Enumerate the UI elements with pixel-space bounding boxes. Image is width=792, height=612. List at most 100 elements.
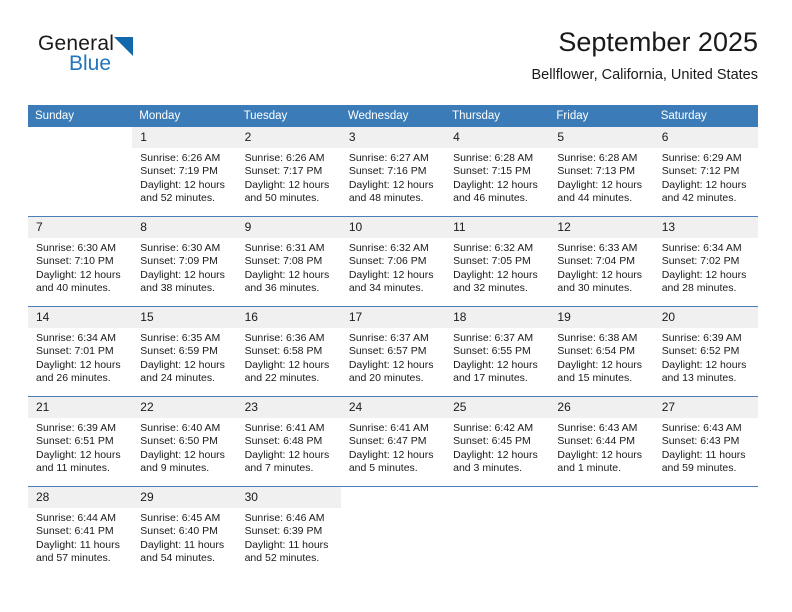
sunrise-text: Sunrise: 6:35 AM <box>140 332 221 344</box>
calendar-day-cell[interactable]: 1 Sunrise: 6:26 AM Sunset: 7:19 PM Dayli… <box>132 127 237 217</box>
calendar-day-cell[interactable]: 21 Sunrise: 6:39 AM Sunset: 6:51 PM Dayl… <box>28 396 133 487</box>
calendar-day-cell[interactable]: 30 Sunrise: 6:46 AM Sunset: 6:39 PM Dayl… <box>236 486 341 576</box>
day-number <box>653 487 758 508</box>
calendar-day-cell[interactable]: 27 Sunrise: 6:43 AM Sunset: 6:43 PM Dayl… <box>653 396 758 487</box>
daylight-text-line2: and 3 minutes. <box>453 461 523 474</box>
calendar-day-cell[interactable]: 19 Sunrise: 6:38 AM Sunset: 6:54 PM Dayl… <box>549 306 654 397</box>
general-blue-logo[interactable]: General Blue <box>38 32 198 88</box>
day-details <box>549 508 653 512</box>
sunset-text: Sunset: 6:40 PM <box>140 525 218 538</box>
calendar-day-cell[interactable] <box>340 486 446 576</box>
calendar-day-cell[interactable]: 18 Sunrise: 6:37 AM Sunset: 6:55 PM Dayl… <box>445 306 550 397</box>
calendar-day-cell[interactable]: 23 Sunrise: 6:41 AM Sunset: 6:48 PM Dayl… <box>236 396 341 487</box>
day-details: Sunrise: 6:38 AM Sunset: 6:54 PM Dayligh… <box>549 328 653 385</box>
calendar-day-cell[interactable]: 13 Sunrise: 6:34 AM Sunset: 7:02 PM Dayl… <box>653 216 758 307</box>
day-details: Sunrise: 6:35 AM Sunset: 6:59 PM Dayligh… <box>132 328 236 385</box>
logo-triangle-icon <box>114 37 133 56</box>
day-number: 28 <box>28 487 133 508</box>
day-details: Sunrise: 6:41 AM Sunset: 6:47 PM Dayligh… <box>341 418 445 475</box>
day-details: Sunrise: 6:34 AM Sunset: 7:02 PM Dayligh… <box>654 238 758 295</box>
sunset-text: Sunset: 7:09 PM <box>140 255 218 268</box>
calendar-day-cell[interactable]: 28 Sunrise: 6:44 AM Sunset: 6:41 PM Dayl… <box>28 486 133 576</box>
sunset-text: Sunset: 6:43 PM <box>661 435 740 448</box>
sunset-text: Sunset: 6:41 PM <box>36 525 114 538</box>
day-number: 12 <box>549 217 654 238</box>
calendar-day-cell[interactable]: 7 Sunrise: 6:30 AM Sunset: 7:10 PM Dayli… <box>28 216 133 307</box>
daylight-text-line2: and 52 minutes. <box>140 191 215 204</box>
sunset-text: Sunset: 6:47 PM <box>348 435 427 448</box>
calendar-week-row: 21 Sunrise: 6:39 AM Sunset: 6:51 PM Dayl… <box>28 396 758 487</box>
day-number: 5 <box>549 127 654 148</box>
sunset-text: Sunset: 7:10 PM <box>36 255 114 268</box>
day-details: Sunrise: 6:41 AM Sunset: 6:48 PM Dayligh… <box>237 418 341 475</box>
day-number: 13 <box>653 217 758 238</box>
daylight-text-line1: Daylight: 11 hours <box>661 448 746 461</box>
calendar-day-cell[interactable]: 15 Sunrise: 6:35 AM Sunset: 6:59 PM Dayl… <box>132 306 237 397</box>
calendar-day-cell[interactable]: 29 Sunrise: 6:45 AM Sunset: 6:40 PM Dayl… <box>132 486 237 576</box>
calendar-day-cell[interactable] <box>445 486 550 576</box>
calendar-day-cell[interactable]: 25 Sunrise: 6:42 AM Sunset: 6:45 PM Dayl… <box>445 396 550 487</box>
day-number: 25 <box>445 397 550 418</box>
calendar-day-cell[interactable]: 10 Sunrise: 6:32 AM Sunset: 7:06 PM Dayl… <box>340 216 446 307</box>
calendar-day-cell[interactable]: 16 Sunrise: 6:36 AM Sunset: 6:58 PM Dayl… <box>236 306 341 397</box>
daylight-text-line2: and 50 minutes. <box>244 191 320 204</box>
sunrise-text: Sunrise: 6:46 AM <box>244 512 325 524</box>
calendar-day-cell[interactable]: 24 Sunrise: 6:41 AM Sunset: 6:47 PM Dayl… <box>340 396 446 487</box>
sunrise-text: Sunrise: 6:27 AM <box>348 152 429 164</box>
calendar-day-cell[interactable]: 22 Sunrise: 6:40 AM Sunset: 6:50 PM Dayl… <box>132 396 237 487</box>
daylight-text-line1: Daylight: 12 hours <box>140 268 225 281</box>
calendar-day-cell[interactable]: 11 Sunrise: 6:32 AM Sunset: 7:05 PM Dayl… <box>445 216 550 307</box>
daylight-text-line1: Daylight: 12 hours <box>348 178 434 191</box>
calendar-day-cell[interactable]: 5 Sunrise: 6:28 AM Sunset: 7:13 PM Dayli… <box>549 127 654 217</box>
daylight-text-line1: Daylight: 12 hours <box>557 358 643 371</box>
daylight-text-line1: Daylight: 11 hours <box>140 538 225 551</box>
sunset-text: Sunset: 6:48 PM <box>244 435 323 448</box>
day-details: Sunrise: 6:37 AM Sunset: 6:57 PM Dayligh… <box>341 328 445 385</box>
daylight-text-line2: and 22 minutes. <box>244 371 320 384</box>
calendar-day-cell[interactable]: 12 Sunrise: 6:33 AM Sunset: 7:04 PM Dayl… <box>549 216 654 307</box>
daylight-text-line2: and 17 minutes. <box>453 371 528 384</box>
sunrise-text: Sunrise: 6:26 AM <box>140 152 221 164</box>
daylight-text-line1: Daylight: 12 hours <box>244 268 330 281</box>
calendar-day-cell[interactable]: 26 Sunrise: 6:43 AM Sunset: 6:44 PM Dayl… <box>549 396 654 487</box>
daylight-text-line1: Daylight: 11 hours <box>36 538 120 551</box>
sunrise-text: Sunrise: 6:44 AM <box>36 512 116 524</box>
calendar-day-cell[interactable]: 14 Sunrise: 6:34 AM Sunset: 7:01 PM Dayl… <box>28 306 133 397</box>
calendar-day-cell[interactable]: 20 Sunrise: 6:39 AM Sunset: 6:52 PM Dayl… <box>653 306 758 397</box>
calendar-day-cell[interactable]: 6 Sunrise: 6:29 AM Sunset: 7:12 PM Dayli… <box>653 127 758 217</box>
day-details: Sunrise: 6:30 AM Sunset: 7:09 PM Dayligh… <box>132 238 236 295</box>
daylight-text-line1: Daylight: 12 hours <box>453 178 538 191</box>
page-subtitle-location: Bellflower, California, United States <box>531 67 758 83</box>
sunrise-text: Sunrise: 6:45 AM <box>140 512 221 524</box>
sunrise-text: Sunrise: 6:41 AM <box>348 422 429 434</box>
calendar-day-cell[interactable]: 8 Sunrise: 6:30 AM Sunset: 7:09 PM Dayli… <box>132 216 237 307</box>
weekday-header-thursday: Thursday <box>445 105 550 127</box>
weekday-header-row: Sunday Monday Tuesday Wednesday Thursday… <box>28 105 758 127</box>
sunrise-text: Sunrise: 6:42 AM <box>453 422 534 434</box>
daylight-text-line1: Daylight: 12 hours <box>36 268 121 281</box>
daylight-text-line2: and 46 minutes. <box>453 191 528 204</box>
calendar-day-cell[interactable] <box>549 486 654 576</box>
sunrise-text: Sunrise: 6:26 AM <box>244 152 325 164</box>
calendar-day-cell[interactable]: 17 Sunrise: 6:37 AM Sunset: 6:57 PM Dayl… <box>340 306 446 397</box>
sunrise-text: Sunrise: 6:28 AM <box>557 152 638 164</box>
calendar-day-cell[interactable]: 4 Sunrise: 6:28 AM Sunset: 7:15 PM Dayli… <box>445 127 550 217</box>
day-details: Sunrise: 6:44 AM Sunset: 6:41 PM Dayligh… <box>28 508 132 565</box>
sunrise-text: Sunrise: 6:32 AM <box>348 242 429 254</box>
day-number: 17 <box>340 307 446 328</box>
calendar-day-cell[interactable] <box>28 127 133 217</box>
calendar-week-row: 7 Sunrise: 6:30 AM Sunset: 7:10 PM Dayli… <box>28 216 758 307</box>
calendar-day-cell[interactable]: 9 Sunrise: 6:31 AM Sunset: 7:08 PM Dayli… <box>236 216 341 307</box>
day-number: 2 <box>236 127 341 148</box>
calendar-day-cell[interactable]: 3 Sunrise: 6:27 AM Sunset: 7:16 PM Dayli… <box>340 127 446 217</box>
calendar-day-cell[interactable]: 2 Sunrise: 6:26 AM Sunset: 7:17 PM Dayli… <box>236 127 341 217</box>
sunrise-text: Sunrise: 6:30 AM <box>140 242 221 254</box>
sunset-text: Sunset: 6:45 PM <box>453 435 531 448</box>
daylight-text-line1: Daylight: 12 hours <box>244 448 330 461</box>
daylight-text-line2: and 24 minutes. <box>140 371 215 384</box>
calendar-day-cell[interactable] <box>653 486 758 576</box>
title-block: September 2025 Bellflower, California, U… <box>532 26 758 85</box>
day-details: Sunrise: 6:40 AM Sunset: 6:50 PM Dayligh… <box>132 418 236 475</box>
daylight-text-line2: and 7 minutes. <box>244 461 314 474</box>
daylight-text-line1: Daylight: 12 hours <box>557 268 643 281</box>
